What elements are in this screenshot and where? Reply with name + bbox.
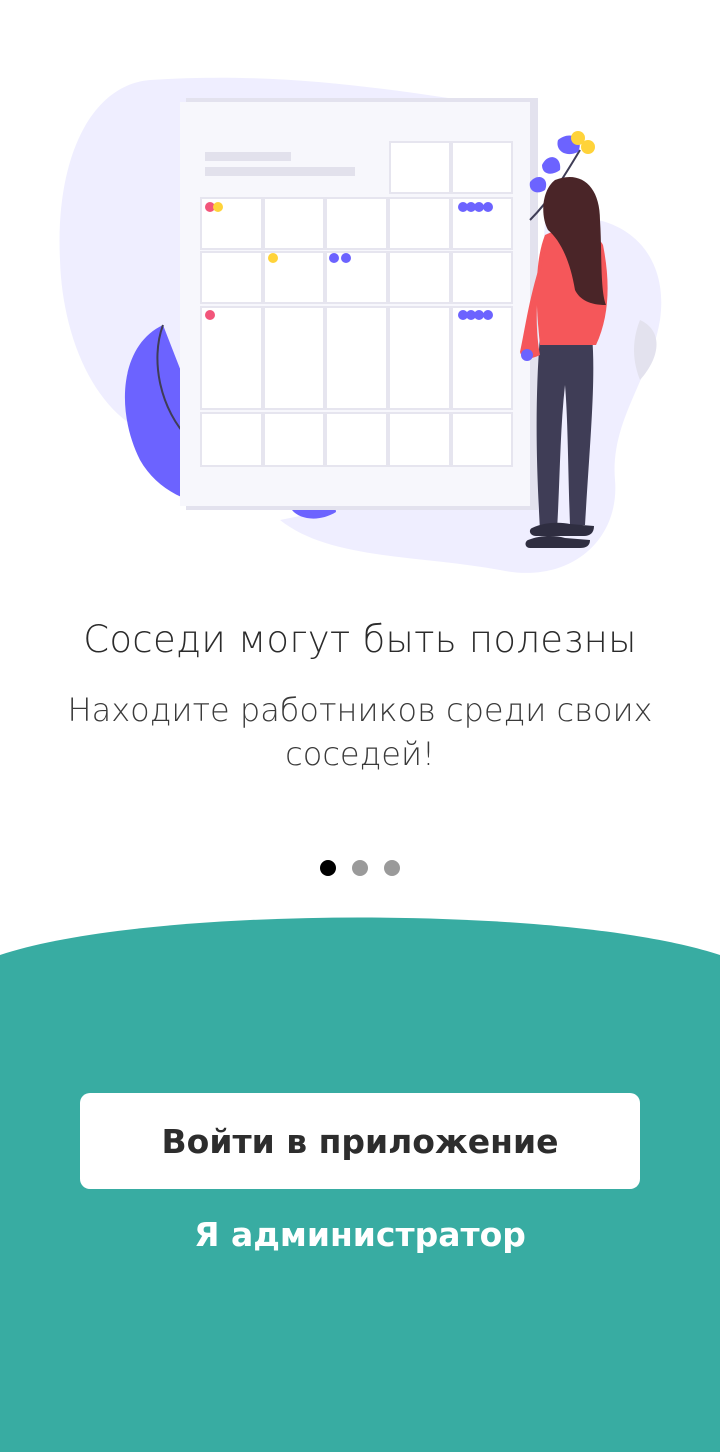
calendar-header-line (205, 152, 291, 161)
slide-subtitle: Находите работников среди своих соседей! (67, 691, 653, 773)
bottom-action-panel: Войти в приложение Я администратор (0, 915, 720, 1452)
page-dot-2[interactable] (352, 860, 368, 876)
calendar-person-illustration (59, 77, 662, 573)
page-dot-3[interactable] (384, 860, 400, 876)
page-indicator[interactable] (0, 860, 720, 878)
login-button[interactable]: Войти в приложение (80, 1093, 640, 1189)
admin-link[interactable]: Я администратор (0, 1215, 720, 1254)
slide-title: Соседи могут быть полезны (83, 618, 637, 661)
calendar-header-line (205, 167, 355, 176)
page-dot-1[interactable] (320, 860, 336, 876)
